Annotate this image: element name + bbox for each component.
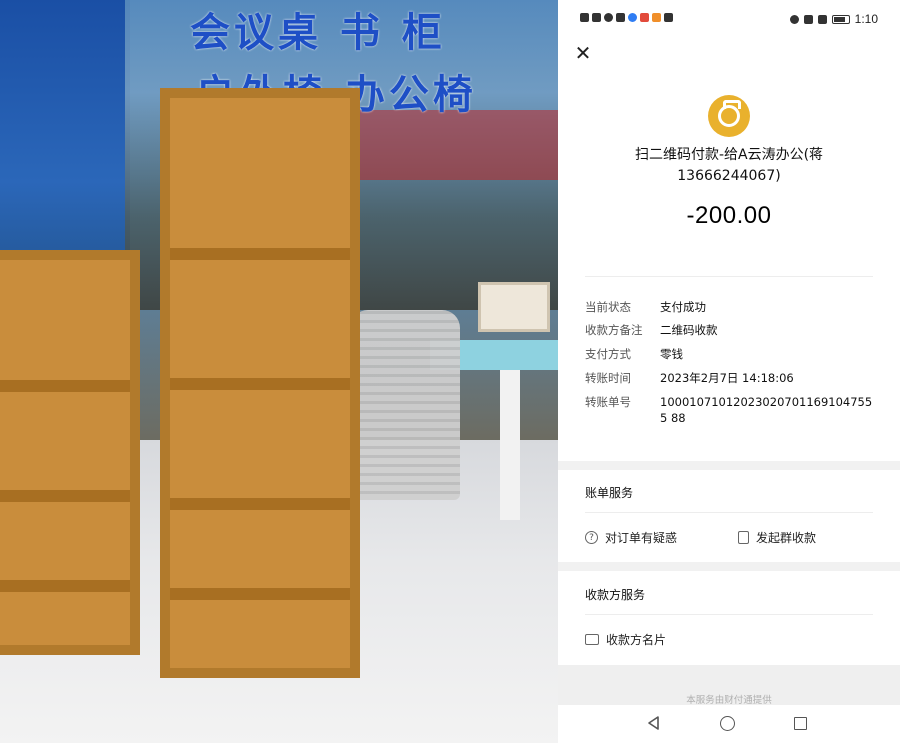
close-icon[interactable]: ✕ xyxy=(566,43,600,64)
detail-label: 支付方式 xyxy=(585,347,631,361)
detail-label: 转账时间 xyxy=(585,371,631,385)
shop-sign-line-1: 会议桌 书 柜 xyxy=(190,10,446,56)
signal-icon xyxy=(592,13,601,22)
question-circle-icon: ? xyxy=(585,531,598,544)
detail-value: 支付成功 xyxy=(660,300,706,314)
nfc-icon xyxy=(803,14,813,24)
product-photo: 会议桌 书 柜 户外椅 办公椅 xyxy=(0,0,558,743)
merchant-title: 扫二维码付款-给A云涛办公(蒋13666244067) xyxy=(634,147,824,184)
home-icon[interactable] xyxy=(720,716,735,731)
business-card-icon xyxy=(585,634,599,645)
wifi-icon xyxy=(604,13,613,22)
payee-card-button[interactable]: 收款方名片 xyxy=(585,631,666,648)
detail-value: 二维码收款 xyxy=(660,323,718,337)
detail-row-status: 当前状态 支付成功 xyxy=(585,299,885,315)
receipt-icon xyxy=(738,531,749,544)
bill-services-title: 账单服务 xyxy=(585,486,634,500)
payment-receipt-screen: 1:10 ✕ 扫二维码付款-给A云涛办公(蒋13666244067) -200.… xyxy=(558,0,900,743)
status-icons-right: 1:10 xyxy=(789,12,878,26)
desk-leg xyxy=(500,370,520,520)
status-icons-left xyxy=(580,13,673,22)
question-order-label: 对订单有疑惑 xyxy=(605,531,678,545)
back-icon[interactable] xyxy=(646,715,662,731)
detail-value[interactable]: 100010710120230207011691047555 88 xyxy=(660,394,875,426)
bluetooth-icon xyxy=(817,14,827,24)
provider-text: 本服务由财付通提供 xyxy=(686,695,772,706)
group-collect-button[interactable]: 发起群收款 xyxy=(738,529,816,546)
detail-value: 2023年2月7日 14:18:06 xyxy=(660,371,794,385)
money-bag-icon xyxy=(708,95,750,137)
divider xyxy=(585,512,873,513)
app-notification-icon xyxy=(628,13,637,22)
group-collect-label: 发起群收款 xyxy=(756,531,817,545)
payee-card-label: 收款方名片 xyxy=(606,633,667,647)
video-notification-icon xyxy=(640,13,649,22)
status-bar: 1:10 xyxy=(558,0,900,38)
detail-label: 收款方备注 xyxy=(585,323,643,337)
detail-row-remark: 收款方备注 二维码收款 xyxy=(585,322,885,338)
detail-row-method: 支付方式 零钱 xyxy=(585,346,885,362)
system-navigation-bar xyxy=(558,705,900,743)
status-time: 1:10 xyxy=(854,12,878,26)
detail-value: 零钱 xyxy=(660,347,683,361)
eye-icon xyxy=(789,14,799,24)
music-icon xyxy=(616,13,625,22)
book-stand xyxy=(478,282,550,332)
detail-label: 当前状态 xyxy=(585,300,631,314)
section-gap xyxy=(558,461,900,470)
glass-wall xyxy=(0,0,130,260)
detail-row-time: 转账时间 2023年2月7日 14:18:06 xyxy=(585,370,885,386)
office-chair xyxy=(350,310,460,500)
bamboo-shelf-right xyxy=(160,88,360,678)
play-notification-icon xyxy=(652,13,661,22)
recent-apps-icon[interactable] xyxy=(794,717,807,730)
detail-label: 转账单号 xyxy=(585,395,631,409)
news-notification-icon xyxy=(664,13,673,22)
battery-icon xyxy=(831,14,850,24)
payee-services-title: 收款方服务 xyxy=(585,588,646,602)
question-order-button[interactable]: ? 对订单有疑惑 xyxy=(585,529,677,546)
bamboo-shelf-left xyxy=(0,250,140,655)
divider xyxy=(585,276,873,277)
hd-icon xyxy=(580,13,589,22)
divider xyxy=(585,614,873,615)
section-gap xyxy=(558,562,900,571)
detail-row-transfer-id: 转账单号 100010710120230207011691047555 88 xyxy=(585,394,885,426)
payment-amount: -200.00 xyxy=(686,202,772,229)
red-banner xyxy=(360,110,558,180)
